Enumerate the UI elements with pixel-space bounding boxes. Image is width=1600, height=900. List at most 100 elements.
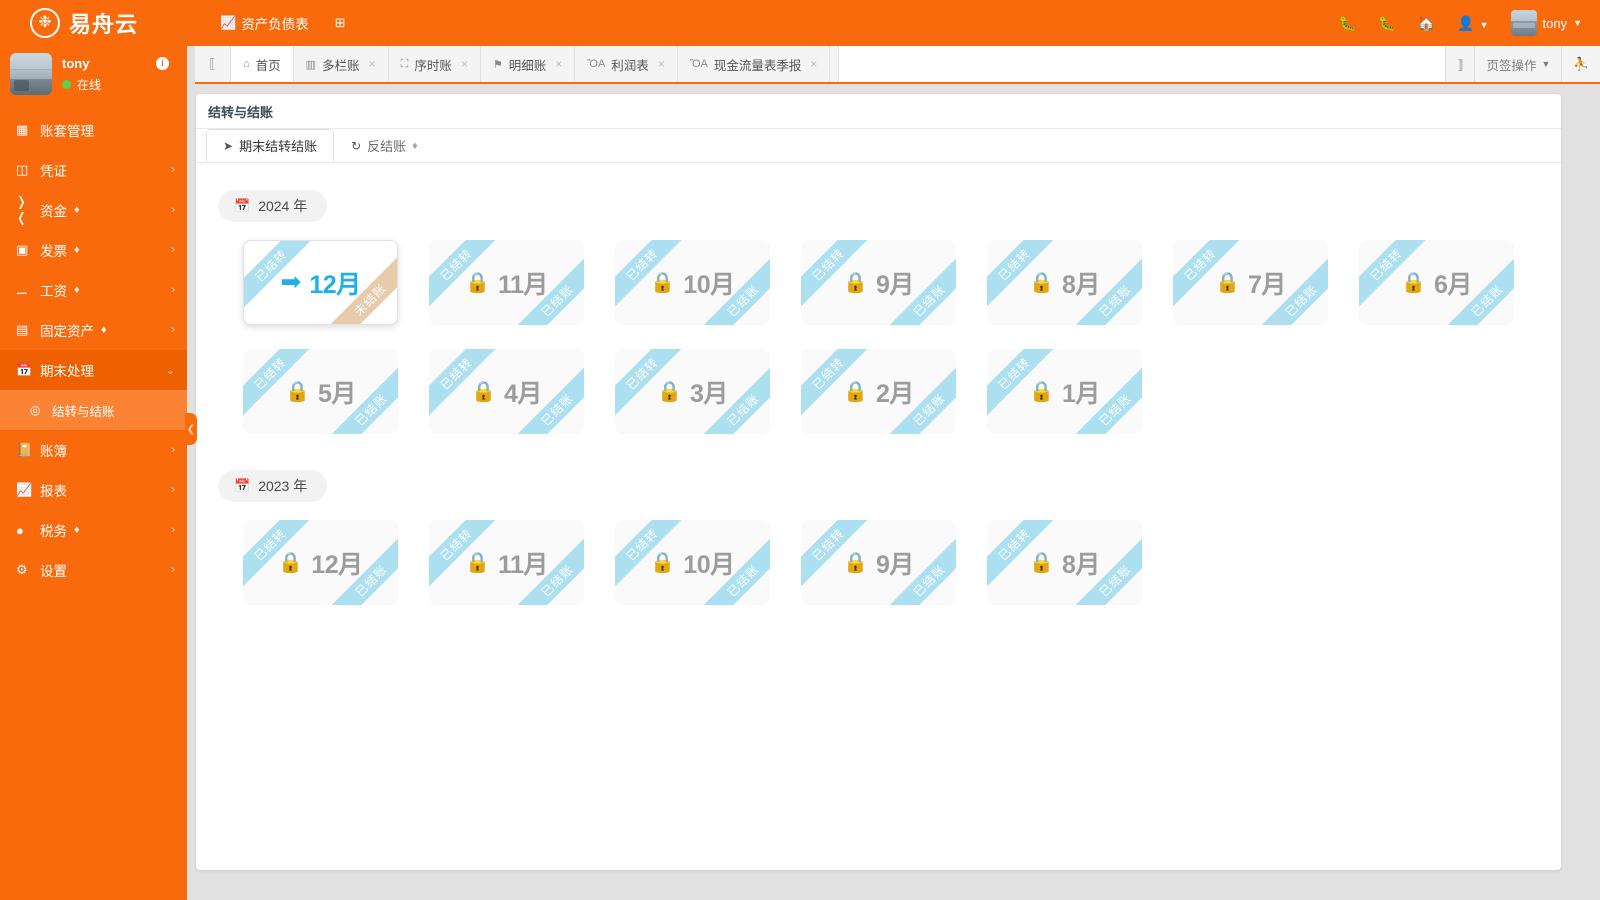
month-label: 9月 bbox=[876, 550, 914, 579]
tab-5[interactable]: ὌA 现金流量表季报 × bbox=[677, 46, 831, 82]
tabs-scroll-right-button[interactable]: ⟧ bbox=[1445, 46, 1475, 82]
status-badge: 在线 bbox=[77, 77, 102, 92]
tab-1[interactable]: ▥ 多栏账 × bbox=[293, 46, 389, 82]
month-card[interactable]: 已结转 已结账 🔒 10月 bbox=[615, 240, 770, 325]
chevron-right-icon: › bbox=[171, 444, 175, 456]
sidebar-item-label: 报表 bbox=[40, 484, 67, 499]
sidebar-item-label: 设置 bbox=[40, 564, 67, 579]
fullscreen-button[interactable]: ⛹ bbox=[1561, 46, 1600, 82]
close-icon[interactable]: × bbox=[555, 57, 562, 71]
sidebar-item-label: 固定资产 bbox=[40, 324, 94, 339]
tab-actions: ⟧ 页签操作 ▼ ⛹ bbox=[1445, 46, 1600, 82]
month-card[interactable]: 已结转 已结账 🔒 9月 bbox=[801, 520, 956, 605]
content-panel: 结转与结账 ➤ 期末结转结账 ↻ 反结账 ♦ 📅 2024 年已结转 未结账 ➡ 12月… bbox=[196, 94, 1561, 870]
year-section: 📅 2024 年已结转 未结账 ➡ 12月 已结转 已结账 🔒 11月 已结转 已结账 🔒 10月 已结转… bbox=[218, 190, 1561, 434]
month-card[interactable]: 已结转 已结账 🔒 3月 bbox=[615, 349, 770, 434]
home-icon[interactable]: 🏠 bbox=[1418, 16, 1435, 30]
sidebar-collapse-handle[interactable]: ❮ bbox=[185, 413, 197, 445]
sidebar-item-fixed-assets[interactable]: ▤ 固定资产 ♦ › bbox=[0, 310, 187, 350]
info-icon[interactable]: i bbox=[156, 56, 169, 70]
chevron-down-icon: ⌄ bbox=[165, 364, 175, 377]
month-card[interactable]: 已结转 已结账 🔒 1月 bbox=[987, 349, 1142, 434]
close-icon[interactable]: × bbox=[810, 57, 817, 71]
month-card[interactable]: 已结转 已结账 🔒 11月 bbox=[429, 520, 584, 605]
brand[interactable]: ❉ 易舟云 bbox=[30, 7, 180, 39]
sidebar-item-funds[interactable]: ❭❬ 资金 ♦ › bbox=[0, 190, 187, 230]
tab-6[interactable]: ⑂科目与期初× bbox=[830, 46, 838, 82]
tab-period-end-carryover[interactable]: ➤ 期末结转结账 bbox=[206, 129, 335, 162]
sidebar-subitem-carryover-closing[interactable]: ◎ 结转与结账 bbox=[0, 390, 187, 430]
sidebar-profile[interactable]: tony i 在线 bbox=[0, 46, 187, 102]
funds-icon: ❭❬ bbox=[16, 194, 27, 225]
topnav-item-balance-sheet[interactable]: 📈 资产负债表 bbox=[220, 13, 309, 33]
chevron-right-icon: › bbox=[171, 284, 175, 296]
sidebar-item-voucher[interactable]: ◫ 凭证 › bbox=[0, 150, 187, 190]
month-card[interactable]: 已结转 已结账 🔒 5月 bbox=[243, 349, 398, 434]
tab-3[interactable]: ⚑ 明细账 × bbox=[480, 46, 576, 82]
gem-icon: ♦ bbox=[74, 204, 80, 216]
month-card[interactable]: 已结转 已结账 🔒 9月 bbox=[801, 240, 956, 325]
bug-icon[interactable]: 🐛 bbox=[1339, 16, 1356, 30]
user-menu[interactable]: tony ▼ bbox=[1510, 10, 1582, 36]
chevron-right-icon: › bbox=[171, 324, 175, 336]
calendar-icon: 📅 bbox=[16, 362, 33, 377]
month-card[interactable]: 已结转 已结账 🔒 12月 bbox=[243, 520, 398, 605]
payroll-card-icon: ⚊ bbox=[16, 282, 28, 297]
grid-add-icon: ⊞ bbox=[334, 15, 346, 30]
sidebar-item-reports[interactable]: 📈 报表 › bbox=[0, 470, 187, 510]
lock-icon: 🔒 bbox=[843, 551, 868, 574]
bug-icon[interactable]: 🐛 bbox=[1378, 16, 1395, 30]
close-icon[interactable]: × bbox=[369, 57, 376, 71]
month-label: 11月 bbox=[497, 550, 548, 579]
tab-unclose[interactable]: ↻ 反结账 ♦ bbox=[334, 129, 435, 162]
tab-4[interactable]: ὌA 利润表 × bbox=[575, 46, 678, 82]
month-card[interactable]: 已结转 已结账 🔒 2月 bbox=[801, 349, 956, 434]
month-label: 6月 bbox=[1434, 270, 1472, 299]
month-card[interactable]: 已结转 已结账 🔒 11月 bbox=[429, 240, 584, 325]
sidebar-item-tax[interactable]: ● 税务 ♦ › bbox=[0, 510, 187, 550]
calendar-icon: 📅 bbox=[234, 478, 251, 493]
user-switch-icon[interactable]: 👤 ▼ bbox=[1457, 16, 1488, 30]
sidebar-item-invoice[interactable]: ▣ 发票 ♦ › bbox=[0, 230, 187, 270]
sidebar-item-settings[interactable]: ⚙ 设置 › bbox=[0, 550, 187, 590]
month-card[interactable]: 已结转 已结账 🔒 7月 bbox=[1173, 240, 1328, 325]
sidebar-item-label: 工资 bbox=[40, 284, 67, 299]
fullscreen-icon: ⛹ bbox=[1573, 56, 1589, 71]
month-label: 5月 bbox=[318, 379, 356, 408]
month-card[interactable]: 已结转 已结账 🔒 6月 bbox=[1359, 240, 1514, 325]
tab-label: 明细账 bbox=[508, 58, 547, 73]
month-label: 3月 bbox=[690, 379, 728, 408]
sidebar-item-account-sets[interactable]: ▦ 账套管理 bbox=[0, 110, 187, 150]
month-card[interactable]: 已结转 已结账 🔒 10月 bbox=[615, 520, 770, 605]
tab-2[interactable]: ⛶ 序时账 × bbox=[388, 46, 481, 82]
gear-icon: ⚙ bbox=[16, 562, 28, 577]
tab-operations-button[interactable]: 页签操作 ▼ bbox=[1474, 46, 1562, 82]
month-label: 1月 bbox=[1062, 379, 1100, 408]
month-card[interactable]: 已结转 未结账 ➡ 12月 bbox=[243, 240, 398, 325]
month-card[interactable]: 已结转 已结账 🔒 8月 bbox=[987, 520, 1142, 605]
tab-0[interactable]: ⌂ 首页 bbox=[231, 46, 294, 82]
double-chevron-right-icon: ⟧ bbox=[1457, 57, 1464, 72]
year-badge: 📅 2024 年 bbox=[218, 190, 328, 222]
month-card[interactable]: 已结转 已结账 🔒 4月 bbox=[429, 349, 584, 434]
top-nav: 📈 资产负债表 ⊞ bbox=[220, 13, 346, 33]
gem-icon: ♦ bbox=[412, 139, 418, 152]
sidebar-item-period-end[interactable]: 📅 期末处理 ⌄ bbox=[0, 350, 187, 390]
tax-icon: ● bbox=[16, 522, 24, 538]
sidebar-item-label: 账套管理 bbox=[40, 124, 94, 139]
tabs-scroll-left-button[interactable]: ⟦ bbox=[195, 46, 231, 82]
close-icon[interactable]: × bbox=[658, 57, 665, 71]
close-icon[interactable]: × bbox=[461, 57, 468, 71]
chevron-down-icon: ▼ bbox=[1541, 59, 1551, 69]
sidebar-item-label: 发票 bbox=[40, 244, 67, 259]
chevron-left-icon: ❮ bbox=[186, 423, 196, 435]
lock-icon: 🔒 bbox=[1401, 271, 1426, 294]
sidebar-item-payroll[interactable]: ⚊ 工资 ♦ › bbox=[0, 270, 187, 310]
sidebar-item-label: 期末处理 bbox=[40, 364, 94, 379]
ledger-icon: 📔 bbox=[16, 442, 33, 457]
month-card[interactable]: 已结转 已结账 🔒 8月 bbox=[987, 240, 1142, 325]
status-dot bbox=[62, 79, 71, 89]
sidebar-item-label: 资金 bbox=[40, 204, 67, 219]
sidebar-item-ledger[interactable]: 📔 账簿 › bbox=[0, 430, 187, 470]
topnav-item-add[interactable]: ⊞ bbox=[335, 15, 346, 31]
